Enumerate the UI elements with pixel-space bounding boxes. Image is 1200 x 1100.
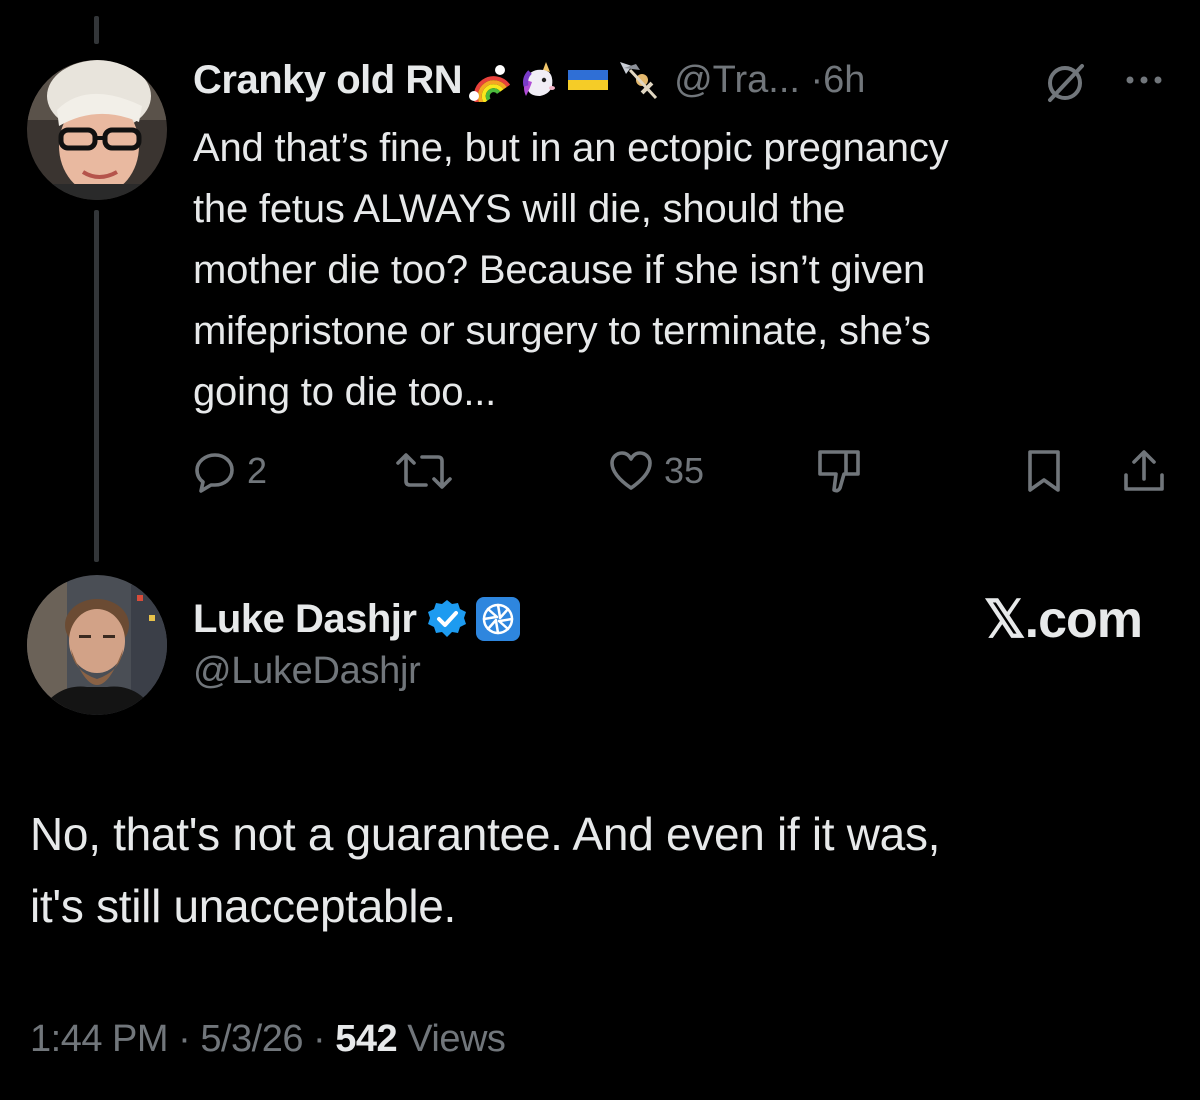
main-display-name[interactable]: Luke Dashjr <box>193 597 417 642</box>
reply-count: 2 <box>247 450 268 491</box>
repost-icon <box>396 453 452 489</box>
verified-checkmark-icon <box>428 600 467 637</box>
rainbow-emoji <box>469 65 511 102</box>
thumbs-down-icon <box>818 450 860 493</box>
bookmark-icon <box>1028 450 1060 492</box>
like-button[interactable]: 35 <box>608 446 704 496</box>
parent-text-line: the fetus ALWAYS will die, should the <box>193 187 846 231</box>
share-icon <box>1124 450 1164 491</box>
main-name-row: Luke Dashjr <box>193 592 522 646</box>
heart-icon <box>610 451 652 490</box>
name-emoji-row <box>466 58 660 102</box>
reply-button[interactable]: 2 <box>193 446 267 496</box>
parent-text-line: mifepristone or surgery to terminate, sh… <box>193 309 931 353</box>
thread-connector-top <box>94 16 99 44</box>
meta-separator: · <box>168 1018 201 1060</box>
parent-tweet-header: Cranky old RN @Tra... ·6h <box>193 52 865 108</box>
meta-separator: · <box>302 1018 336 1060</box>
parent-text-line: going to die too... <box>193 370 497 414</box>
share-button[interactable] <box>1120 446 1168 496</box>
views-count[interactable]: 542 <box>335 1018 397 1060</box>
xcom-watermark: 𝕏.com <box>983 591 1143 649</box>
repost-button[interactable] <box>392 446 466 496</box>
separator-dot: · <box>810 58 824 101</box>
main-avatar[interactable] <box>27 575 167 715</box>
more-options-icon[interactable] <box>1124 70 1168 90</box>
affiliate-logo-icon[interactable] <box>474 595 522 643</box>
parent-text-line: And that’s fine, but in an ectopic pregn… <box>193 126 949 170</box>
bookmark-button[interactable] <box>1024 446 1064 496</box>
parent-tweet-text: And that’s fine, but in an ectopic pregn… <box>193 118 1173 423</box>
grok-icon[interactable] <box>1042 60 1088 106</box>
parent-avatar[interactable] <box>27 60 167 200</box>
syringe-emoji <box>620 62 658 100</box>
parent-handle-time: @Tra... ·6h <box>674 59 865 102</box>
like-count: 35 <box>664 450 705 491</box>
parent-action-bar: 2 35 <box>0 446 1200 496</box>
parent-display-name[interactable]: Cranky old RN <box>193 58 463 103</box>
tweet-time[interactable]: 1:44 PM <box>30 1018 169 1060</box>
parent-text-line: mother die too? Because if she isn’t giv… <box>193 248 926 292</box>
reply-icon <box>195 453 234 493</box>
main-tweet-text: No, that's not a guarantee. And even if … <box>30 798 1170 942</box>
thread-connector <box>94 210 99 562</box>
tweet-date[interactable]: 5/3/26 <box>200 1018 303 1060</box>
unicorn-emoji <box>523 62 556 96</box>
main-handle[interactable]: @LukeDashjr <box>193 650 421 693</box>
ukraine-flag-emoji <box>568 70 609 90</box>
main-text-line: it's still unacceptable. <box>30 880 457 932</box>
views-label: Views <box>397 1018 506 1060</box>
dislike-button[interactable] <box>814 446 864 496</box>
parent-time[interactable]: 6h <box>823 59 865 101</box>
tweet-metadata: 1:44 PM · 5/3/26 · 542 Views <box>30 1018 506 1061</box>
parent-handle[interactable]: @Tra... <box>674 59 800 101</box>
main-text-line: No, that's not a guarantee. And even if … <box>30 808 941 860</box>
